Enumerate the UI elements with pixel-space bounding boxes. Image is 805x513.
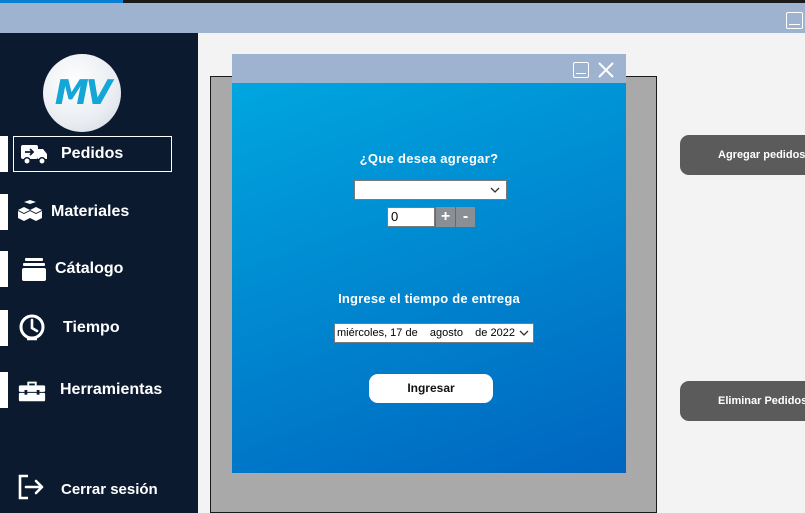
sidebar-item-label: Materiales xyxy=(51,203,130,220)
sidebar-item-herramientas[interactable]: Herramientas xyxy=(0,372,198,408)
delete-orders-button[interactable]: Eliminar Pedidos xyxy=(680,381,805,421)
sidebar-item-label: Tiempo xyxy=(63,319,120,336)
add-orders-button[interactable]: Agregar pedidos xyxy=(680,135,805,175)
dialog-body: ¿Que desea agregar? 0 + - Ingrese el tie… xyxy=(232,83,626,473)
item-select[interactable] xyxy=(354,180,507,200)
chevron-down-icon xyxy=(489,183,501,197)
sidebar-item-materiales[interactable]: Materiales xyxy=(0,194,198,230)
logout-label: Cerrar sesión xyxy=(61,480,158,498)
stack-icon xyxy=(19,254,49,284)
logout-icon xyxy=(16,472,46,502)
nav-marker xyxy=(0,194,8,230)
decrement-button[interactable]: - xyxy=(456,207,475,227)
date-value: miércoles, 17 de agosto de 2022 xyxy=(337,327,515,339)
increment-button[interactable]: + xyxy=(436,207,455,227)
logo: MV xyxy=(43,54,121,132)
question-label: ¿Que desea agregar? xyxy=(359,151,499,166)
quantity-input[interactable]: 0 xyxy=(387,207,435,227)
sidebar-item-label: Pedidos xyxy=(61,145,124,162)
minimize-icon[interactable] xyxy=(573,62,589,78)
chevron-down-icon xyxy=(518,326,530,340)
truck-icon xyxy=(19,139,49,169)
logo-text: MV xyxy=(54,73,112,113)
delivery-time-label: Ingrese el tiempo de entrega xyxy=(338,291,520,306)
logout-button[interactable]: Cerrar sesión xyxy=(0,471,198,507)
delivery-date-picker[interactable]: miércoles, 17 de agosto de 2022 xyxy=(334,323,534,343)
minimize-icon[interactable] xyxy=(786,12,803,29)
toolbox-icon xyxy=(17,375,47,405)
boxes-icon xyxy=(15,197,45,227)
add-order-dialog: ¿Que desea agregar? 0 + - Ingrese el tie… xyxy=(232,54,626,473)
window-titlebar xyxy=(0,3,805,33)
sidebar-item-pedidos[interactable]: Pedidos xyxy=(0,136,198,172)
clock-icon xyxy=(18,313,48,343)
nav-marker xyxy=(0,372,8,408)
nav-marker xyxy=(0,136,8,172)
sidebar-item-label: Herramientas xyxy=(60,381,163,398)
dialog-titlebar xyxy=(232,54,626,83)
submit-button[interactable]: Ingresar xyxy=(369,374,493,403)
nav-marker xyxy=(0,251,8,287)
sidebar-item-tiempo[interactable]: Tiempo xyxy=(0,310,198,346)
sidebar-item-label: Cátalogo xyxy=(55,260,124,277)
close-icon[interactable] xyxy=(597,61,615,79)
quantity-stepper[interactable]: 0 + - xyxy=(387,207,475,227)
nav-marker xyxy=(0,310,8,346)
sidebar-item-catalogo[interactable]: Cátalogo xyxy=(0,251,198,287)
sidebar: MV Pedidos Materiales Cátalogo Tiempo He… xyxy=(0,33,198,513)
